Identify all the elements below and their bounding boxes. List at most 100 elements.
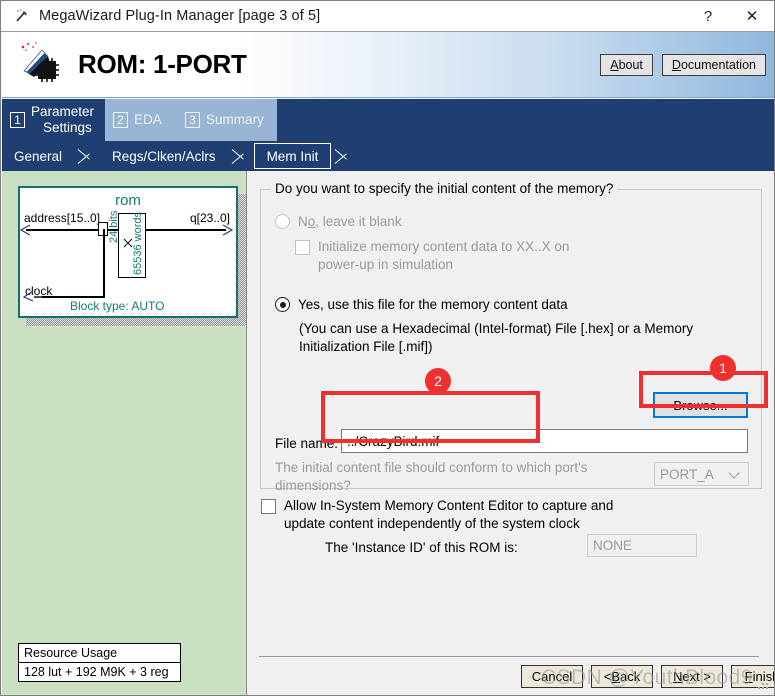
symbol-name: rom	[115, 192, 141, 209]
annotation-box-filename	[321, 391, 540, 443]
megawizard-window: MegaWizard Plug-In Manager [page 3 of 5]…	[0, 0, 775, 696]
subtab-mem-init[interactable]: Mem Init	[253, 143, 332, 169]
no-label-post: , leave it blank	[315, 214, 402, 229]
insystem-line1: Allow In-System Memory Content Editor to…	[284, 498, 614, 513]
tab-number-3: 3	[185, 112, 200, 128]
port-select-value: PORT_A	[660, 466, 714, 482]
checkbox-initialize-memory-label: Initialize memory content data to XX..X …	[318, 238, 569, 274]
radio-yes-use-file[interactable]: Yes, use this file for the memory conten…	[275, 296, 568, 314]
window-title: MegaWizard Plug-In Manager [page 3 of 5]	[39, 8, 321, 24]
conform-line2: dimensions?	[275, 477, 351, 493]
documentation-label: ocumentation	[680, 57, 756, 72]
about-button[interactable]: About	[600, 53, 653, 76]
radio-no-leave-blank[interactable]: No, leave it blank	[275, 213, 402, 231]
next-button[interactable]: Next >	[661, 665, 723, 688]
chevron-separator-3-icon	[331, 141, 357, 171]
symbol-wire-address	[26, 229, 98, 231]
sub-tab-row: General Regs/Clken/Aclrs Mem Init	[2, 141, 774, 171]
resource-usage-header: Resource Usage	[19, 644, 180, 663]
instance-id-label: The 'Instance ID' of this ROM is:	[325, 540, 518, 555]
rom-symbol-diagram: rom address[15..0] 24 bits 65536 words q…	[18, 186, 238, 318]
symbol-wire-clock-horiz	[42, 296, 103, 298]
wizard-wand-icon	[14, 8, 30, 24]
no-label-pre: N	[298, 214, 308, 229]
about-label: bout	[618, 57, 643, 72]
annotation-box-browse	[639, 371, 768, 408]
annotation-marker-2: 2	[425, 368, 451, 394]
tab-eda[interactable]: 2 EDA	[105, 99, 177, 141]
back-post: ack	[620, 669, 641, 684]
rom-chip-icon	[16, 41, 66, 89]
port-select[interactable]: PORT_A	[654, 462, 749, 486]
back-button[interactable]: < Back	[591, 665, 653, 688]
banner: ROM: 1-PORT About Documentation	[2, 32, 774, 98]
documentation-label-mnemonic: D	[671, 57, 681, 72]
radio-no-leave-blank-indicator[interactable]	[275, 214, 290, 229]
file-format-hint: (You can use a Hexadecimal (Intel-format…	[299, 320, 693, 356]
symbol-arrow-clock-icon	[22, 290, 42, 302]
back-pre: <	[603, 669, 612, 684]
close-icon[interactable]: ✕	[730, 1, 774, 31]
main-tab-row: 1 Parameter Settings 2 EDA 3 Summary	[2, 99, 277, 141]
about-label-mnemonic: A	[610, 57, 619, 72]
radio-yes-use-file-indicator[interactable]	[275, 297, 290, 312]
symbol-mem-bits: 24 bits	[108, 210, 120, 243]
tab-label-eda: EDA	[134, 112, 162, 128]
tab-label-summary: Summary	[206, 112, 264, 128]
insystem-line2: update content independently of the syst…	[284, 515, 580, 531]
hint-line2: Initialization File [.mif])	[299, 338, 433, 354]
conform-line1: The initial content file should conform …	[275, 460, 588, 475]
tab-parameter-settings[interactable]: 1 Parameter Settings	[2, 99, 105, 141]
chevron-down-icon	[728, 467, 740, 479]
tab-line2: Settings	[43, 120, 92, 135]
port-conform-label: The initial content file should conform …	[275, 459, 645, 495]
instance-id-input[interactable]: NONE	[587, 534, 697, 557]
footer-buttons: Cancel < Back Next > Finish	[521, 665, 774, 688]
symbol-wire-clock-vert	[103, 229, 105, 298]
symbol-arrow-q-icon	[222, 224, 234, 236]
chevron-separator-2-icon	[228, 141, 254, 171]
back-mnemonic: B	[611, 669, 621, 684]
tab-summary[interactable]: 3 Summary	[177, 99, 277, 141]
title-bar: MegaWizard Plug-In Manager [page 3 of 5]…	[1, 1, 774, 32]
finish-mnemonic: F	[744, 669, 753, 684]
radio-yes-use-file-label: Yes, use this file for the memory conten…	[298, 297, 568, 312]
symbol-panel: rom address[15..0] 24 bits 65536 words q…	[2, 171, 247, 695]
checkbox-initialize-memory-indicator[interactable]	[295, 240, 310, 255]
subtab-regs-clken-aclrs[interactable]: Regs/Clken/Aclrs	[100, 143, 228, 169]
help-button[interactable]: ?	[686, 1, 730, 31]
tab-number-2: 2	[113, 112, 128, 128]
next-post: ext >	[682, 669, 711, 684]
symbol-block-type: Block type: AUTO	[70, 299, 165, 313]
checkbox-initialize-memory[interactable]: Initialize memory content data to XX..X …	[295, 238, 569, 274]
resource-usage-box: Resource Usage 128 lut + 192 M9K + 3 reg	[18, 643, 181, 682]
page-title: ROM: 1-PORT	[78, 49, 247, 79]
annotation-marker-1: 1	[710, 355, 736, 381]
symbol-port-address: address[15..0]	[24, 211, 101, 225]
symbol-wire-q	[146, 229, 226, 231]
tab-strip: 1 Parameter Settings 2 EDA 3 Summary Gen…	[2, 99, 774, 171]
subtab-general[interactable]: General	[2, 143, 74, 169]
tab-label-parameter-settings: Parameter Settings	[31, 104, 94, 135]
symbol-port-q: q[23..0]	[189, 211, 230, 225]
resource-usage-value: 128 lut + 192 M9K + 3 reg	[24, 665, 169, 679]
checkbox-allow-insystem-editor-indicator[interactable]	[261, 499, 276, 514]
symbol-mux-cross-icon	[123, 238, 133, 248]
init-line2: power-up in simulation	[318, 256, 454, 272]
checkbox-allow-insystem-editor[interactable]: Allow In-System Memory Content Editor to…	[261, 497, 613, 533]
chevron-separator-1-icon	[74, 141, 100, 171]
memory-content-groupbox: Do you want to specify the initial conte…	[260, 181, 762, 493]
checkbox-allow-insystem-editor-label: Allow In-System Memory Content Editor to…	[284, 497, 613, 533]
symbol-arrow-address-icon	[20, 224, 31, 236]
memory-content-groupbox-title: Do you want to specify the initial conte…	[271, 181, 618, 196]
documentation-button[interactable]: Documentation	[661, 53, 766, 76]
footer-separator	[259, 656, 759, 657]
radio-no-leave-blank-label: No, leave it blank	[298, 213, 402, 231]
hint-line1: (You can use a Hexadecimal (Intel-format…	[299, 321, 694, 336]
tab-number-1: 1	[10, 112, 25, 128]
next-mnemonic: N	[673, 669, 683, 684]
cancel-button[interactable]: Cancel	[521, 665, 583, 688]
resize-grip[interactable]	[757, 678, 770, 691]
init-line1: Initialize memory content data to XX..X …	[318, 239, 570, 254]
tab-line1: Parameter	[31, 104, 95, 120]
